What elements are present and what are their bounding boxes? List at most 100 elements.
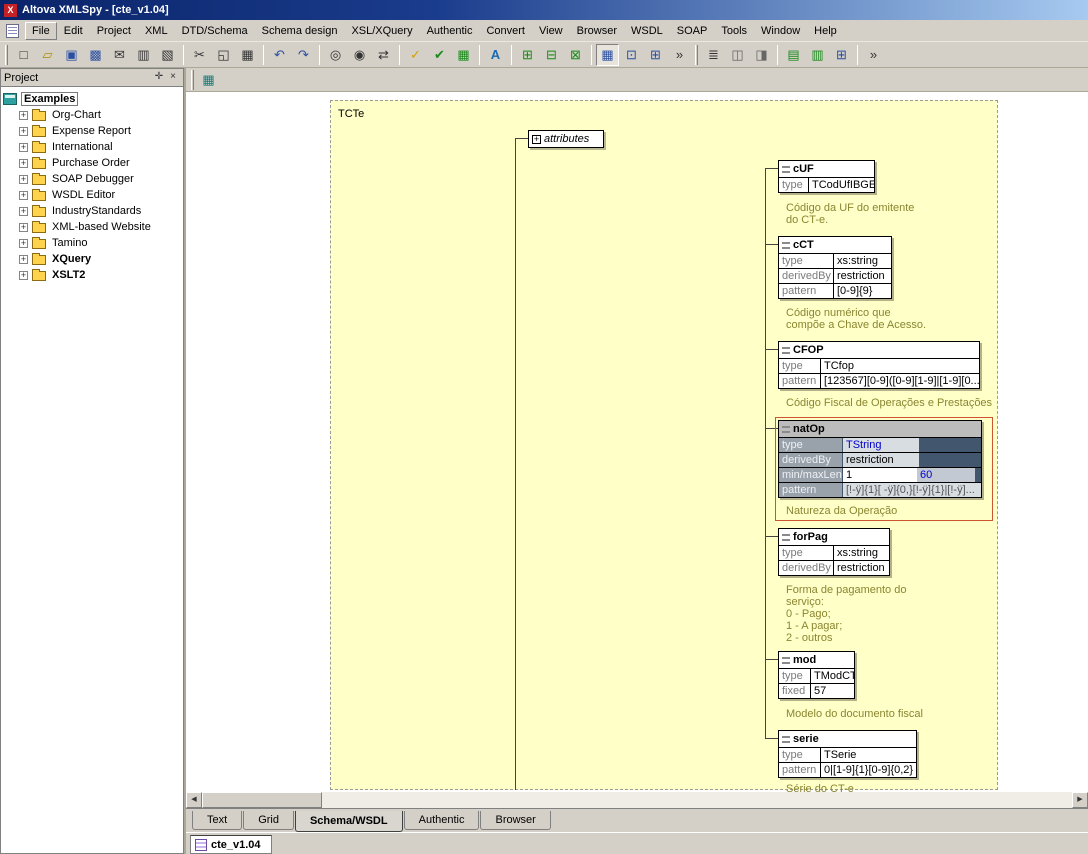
menu-window[interactable]: Window xyxy=(754,22,807,40)
expand-plus-icon[interactable]: + xyxy=(532,135,541,144)
schema-element-mod[interactable]: mod typeTModCT fixed57 xyxy=(778,651,855,699)
toolbar-grip[interactable] xyxy=(191,70,194,90)
tree-item-soap-debugger[interactable]: + SOAP Debugger xyxy=(3,171,181,187)
toolbar-grip[interactable] xyxy=(5,45,8,65)
toolbar-grip[interactable] xyxy=(695,45,698,65)
tree-item-wsdl-editor[interactable]: + WSDL Editor xyxy=(3,187,181,203)
menu-browser[interactable]: Browser xyxy=(570,22,624,40)
assign-schema-button[interactable]: ▦ xyxy=(452,44,475,66)
new-file-button[interactable]: □ xyxy=(12,44,35,66)
expand-icon[interactable]: + xyxy=(19,159,28,168)
menu-tools[interactable]: Tools xyxy=(714,22,754,40)
print-button[interactable]: ▥ xyxy=(132,44,155,66)
tree-item-industrystandards[interactable]: + IndustryStandards xyxy=(3,203,181,219)
expand-icon[interactable]: + xyxy=(19,143,28,152)
redo-button[interactable]: ↷ xyxy=(292,44,315,66)
find-next-button[interactable]: ◉ xyxy=(348,44,371,66)
validate-button[interactable]: ✔ xyxy=(428,44,451,66)
print-preview-button[interactable]: ▧ xyxy=(156,44,179,66)
pin-icon[interactable]: ✛ xyxy=(152,71,166,84)
spell-check-button[interactable]: A xyxy=(484,44,507,66)
toolbar-overflow-button[interactable]: » xyxy=(668,44,691,66)
menu-help[interactable]: Help xyxy=(807,22,844,40)
tree-item-xquery[interactable]: + XQuery xyxy=(3,251,181,267)
toolbar-overflow-button-2[interactable]: » xyxy=(862,44,885,66)
schema-element-cuf[interactable]: cUF typeTCodUfIBGE xyxy=(778,160,875,193)
document-system-icon[interactable] xyxy=(6,24,19,38)
expand-icon[interactable]: + xyxy=(19,207,28,216)
menu-soap[interactable]: SOAP xyxy=(670,22,715,40)
tree-item-international[interactable]: + International xyxy=(3,139,181,155)
tab-text[interactable]: Text xyxy=(192,811,242,830)
paste-button[interactable]: ▦ xyxy=(236,44,259,66)
menu-convert[interactable]: Convert xyxy=(479,22,532,40)
scrollbar-track[interactable] xyxy=(322,792,1072,808)
expand-icon[interactable]: + xyxy=(19,223,28,232)
table-edit-button[interactable]: ▥ xyxy=(806,44,829,66)
schema-element-forpag[interactable]: forPag typexs:string derivedByrestrictio… xyxy=(778,528,890,576)
tree-item-tamino[interactable]: + Tamino xyxy=(3,235,181,251)
grid-insert-row-button[interactable]: ⊞ xyxy=(516,44,539,66)
cut-button[interactable]: ✂ xyxy=(188,44,211,66)
save-button[interactable]: ▣ xyxy=(60,44,83,66)
open-button[interactable]: ▱ xyxy=(36,44,59,66)
table-view-button[interactable]: ▦ xyxy=(596,44,619,66)
row-view-button[interactable]: ⊡ xyxy=(620,44,643,66)
copy-button[interactable]: ◱ xyxy=(212,44,235,66)
menu-schema-design[interactable]: Schema design xyxy=(255,22,345,40)
schema-element-cfop[interactable]: CFOP typeTCfop pattern[123567][0-9]([0-9… xyxy=(778,341,980,389)
detail-view-button[interactable]: ⊞ xyxy=(644,44,667,66)
horizontal-scrollbar[interactable]: ◀ ▶ xyxy=(186,792,1088,808)
schema-element-natop[interactable]: natOp typeTString derivedByrestriction m… xyxy=(778,420,982,498)
tree-root-examples[interactable]: Examples xyxy=(3,91,181,107)
tab-authentic[interactable]: Authentic xyxy=(404,811,480,830)
scroll-left-icon[interactable]: ◀ xyxy=(186,792,202,808)
expand-icon[interactable]: + xyxy=(19,255,28,264)
tree-item-expense-report[interactable]: + Expense Report xyxy=(3,123,181,139)
schema-element-serie[interactable]: serie typeTSerie pattern0|[1-9]{1}[0-9]{… xyxy=(778,730,917,778)
expand-icon[interactable]: + xyxy=(19,191,28,200)
tree-item-purchase-order[interactable]: + Purchase Order xyxy=(3,155,181,171)
save-all-button[interactable]: ▩ xyxy=(84,44,107,66)
table-select-button[interactable]: ▤ xyxy=(782,44,805,66)
grid-delete-row-button[interactable]: ⊠ xyxy=(564,44,587,66)
db-import-button[interactable]: ◫ xyxy=(726,44,749,66)
document-tab-cte[interactable]: cte_v1.04 xyxy=(190,835,272,854)
tree-item-org-chart[interactable]: + Org-Chart xyxy=(3,107,181,123)
scroll-right-icon[interactable]: ▶ xyxy=(1072,792,1088,808)
expand-icon[interactable]: + xyxy=(19,239,28,248)
tab-schema-wsdl[interactable]: Schema/WSDL xyxy=(295,811,403,832)
find-button[interactable]: ◎ xyxy=(324,44,347,66)
close-icon[interactable]: × xyxy=(166,71,180,84)
scrollbar-thumb[interactable] xyxy=(202,792,322,808)
expand-icon[interactable]: + xyxy=(19,127,28,136)
menu-wsdl[interactable]: WSDL xyxy=(624,22,670,40)
schema-diagram-canvas[interactable]: TCTe + attributes cUF xyxy=(186,92,1088,808)
align-button[interactable]: ≣ xyxy=(702,44,725,66)
tab-browser[interactable]: Browser xyxy=(480,811,550,830)
schema-element-cct[interactable]: cCT typexs:string derivedByrestriction p… xyxy=(778,236,892,299)
menu-xsl-xquery[interactable]: XSL/XQuery xyxy=(344,22,419,40)
expand-icon[interactable]: + xyxy=(19,175,28,184)
undo-button[interactable]: ↶ xyxy=(268,44,291,66)
tree-item-xslt2[interactable]: + XSLT2 xyxy=(3,267,181,283)
menu-file[interactable]: File xyxy=(25,22,57,40)
menu-edit[interactable]: Edit xyxy=(57,22,90,40)
attributes-box[interactable]: + attributes xyxy=(528,130,604,148)
replace-button[interactable]: ⇄ xyxy=(372,44,395,66)
send-mail-button[interactable]: ✉ xyxy=(108,44,131,66)
tab-grid[interactable]: Grid xyxy=(243,811,294,830)
tree-item-xml-based-website[interactable]: + XML-based Website xyxy=(3,219,181,235)
expand-icon[interactable]: + xyxy=(19,111,28,120)
schema-design-view-button[interactable]: ▦ xyxy=(197,69,220,91)
table-insert-button[interactable]: ⊞ xyxy=(830,44,853,66)
menu-view[interactable]: View xyxy=(532,22,570,40)
menu-xml[interactable]: XML xyxy=(138,22,175,40)
db-export-button[interactable]: ◨ xyxy=(750,44,773,66)
expand-icon[interactable]: + xyxy=(19,271,28,280)
check-wellformed-button[interactable]: ✓ xyxy=(404,44,427,66)
grid-append-row-button[interactable]: ⊟ xyxy=(540,44,563,66)
menu-authentic[interactable]: Authentic xyxy=(420,22,480,40)
menu-project[interactable]: Project xyxy=(90,22,138,40)
menu-dtd-schema[interactable]: DTD/Schema xyxy=(175,22,255,40)
